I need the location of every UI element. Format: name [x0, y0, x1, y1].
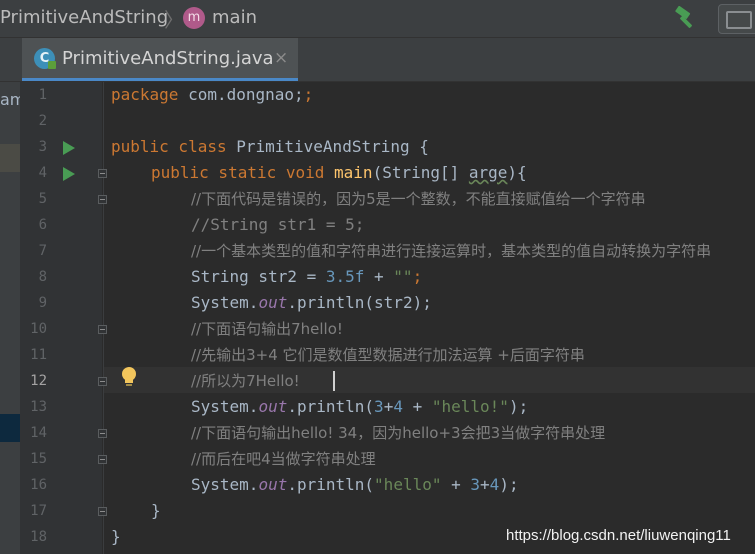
line-number[interactable]: 4 — [22, 165, 47, 181]
fold-icon[interactable] — [98, 429, 107, 438]
fold-icon[interactable] — [98, 377, 107, 386]
code-line-12: //所以为7Hello! — [191, 372, 300, 390]
window-layout-button[interactable] — [718, 4, 755, 34]
line-number[interactable]: 15 — [22, 451, 47, 467]
code-line-11: //先输出3+4 它们是数值型数据进行加法运算 +后面字符串 — [191, 346, 585, 364]
lightbulb-icon[interactable] — [120, 366, 138, 388]
code-line-6: //String str1 = 5; — [191, 215, 365, 234]
code-line-15: //而后在吧4当做字符串处理 — [191, 450, 376, 468]
code-line-10: //下面语句输出7hello! — [191, 320, 343, 338]
project-panel-text: am — [0, 90, 20, 109]
line-number[interactable]: 7 — [22, 243, 47, 259]
code-line-7: //一个基本类型的值和字符串进行连接运算时，基本类型的值自动转换为字符串 — [191, 242, 712, 260]
breadcrumb-class[interactable]: PrimitiveAndString — [0, 7, 168, 28]
code-line-9: System.out.println(str2); — [191, 293, 432, 312]
code-line-8: String str2 = 3.5f + ""; — [191, 267, 423, 286]
tab-primitiveandstring[interactable]: C PrimitiveAndString.java × — [22, 38, 298, 81]
fold-icon[interactable] — [98, 455, 107, 464]
code-line-18: } — [111, 527, 121, 546]
project-panel-highlight — [0, 144, 20, 172]
line-number[interactable]: 9 — [22, 295, 47, 311]
line-number[interactable]: 3 — [22, 139, 47, 155]
line-number[interactable]: 16 — [22, 477, 47, 493]
line-number[interactable]: 11 — [22, 347, 47, 363]
gutter-divider — [103, 82, 104, 554]
line-number[interactable]: 1 — [22, 87, 47, 103]
fold-icon[interactable] — [98, 195, 107, 204]
fold-icon[interactable] — [98, 507, 107, 516]
code-line-17: } — [151, 501, 161, 520]
code-line-4: public static void main(String[] arge){ — [151, 163, 527, 182]
code-line-1: package com.dongnao;; — [111, 85, 314, 104]
run-icon[interactable] — [63, 141, 75, 155]
line-number[interactable]: 2 — [22, 113, 47, 129]
project-panel-edge: am — [0, 82, 20, 554]
fold-icon[interactable] — [98, 325, 107, 334]
line-number[interactable]: 12 — [22, 373, 47, 389]
code-line-16: System.out.println("hello" + 3+4); — [191, 475, 519, 494]
navigation-bar: PrimitiveAndString 〉 m main — [0, 0, 755, 38]
java-class-icon: C — [34, 48, 56, 69]
code-line-14: //下面语句输出hello! 34，因为hello+3会把3当做字符串处理 — [191, 424, 606, 442]
code-line-3: public class PrimitiveAndString { — [111, 137, 429, 156]
run-icon[interactable] — [63, 167, 75, 181]
watermark: https://blog.csdn.net/liuwenqing11 — [506, 527, 731, 544]
line-number[interactable]: 5 — [22, 191, 47, 207]
breadcrumb-separator: 〉 — [164, 8, 184, 32]
close-icon[interactable]: × — [274, 48, 288, 68]
line-number[interactable]: 13 — [22, 399, 47, 415]
line-number[interactable]: 8 — [22, 269, 47, 285]
code-line-5: //下面代码是错误的，因为5是一个整数，不能直接赋值给一个字符串 — [191, 190, 646, 208]
method-icon: m — [183, 7, 205, 29]
line-number[interactable]: 18 — [22, 529, 47, 545]
editor-tab-bar: C PrimitiveAndString.java × — [0, 38, 755, 82]
line-number[interactable]: 17 — [22, 503, 47, 519]
tab-label: PrimitiveAndString.java — [62, 48, 274, 69]
project-panel-selection — [0, 414, 20, 442]
text-caret — [333, 371, 335, 391]
breadcrumb-method[interactable]: main — [212, 7, 257, 28]
fold-icon[interactable] — [98, 169, 107, 178]
line-number[interactable]: 10 — [22, 321, 47, 337]
code-line-13: System.out.println(3+4 + "hello!"); — [191, 397, 529, 416]
line-number[interactable]: 14 — [22, 425, 47, 441]
line-number[interactable]: 6 — [22, 217, 47, 233]
hammer-icon[interactable] — [673, 6, 699, 30]
